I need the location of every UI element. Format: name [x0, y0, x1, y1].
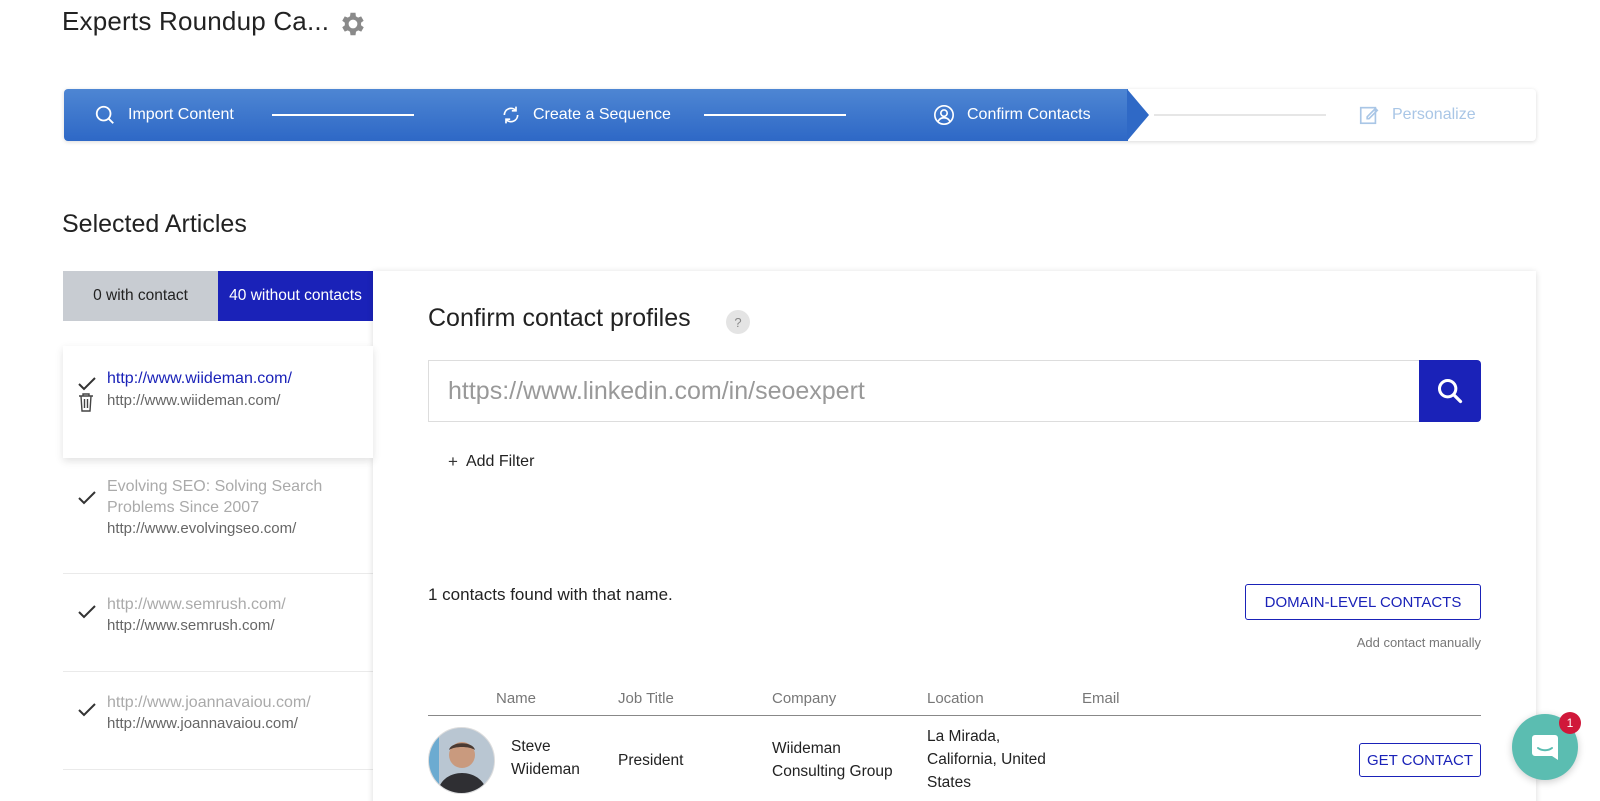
- search-icon: [1437, 378, 1463, 404]
- linkedin-search-input[interactable]: [428, 360, 1424, 422]
- article-title: http://www.joannavaiou.com/: [107, 694, 311, 711]
- search-button[interactable]: [1419, 360, 1481, 422]
- help-icon[interactable]: ?: [726, 310, 750, 334]
- domain-level-contacts-button[interactable]: DOMAIN-LEVEL CONTACTS: [1245, 584, 1481, 620]
- article-url: http://www.semrush.com/: [107, 617, 275, 634]
- table-row: Steve Wiideman President Wiideman Consul…: [428, 721, 1481, 801]
- page-title: Experts Roundup Ca...: [62, 6, 330, 36]
- column-location: Location: [927, 690, 984, 707]
- notification-badge: 1: [1559, 712, 1581, 734]
- article-list: http://www.wiideman.com/ http://www.wiid…: [63, 346, 373, 770]
- list-item[interactable]: http://www.wiideman.com/ http://www.wiid…: [63, 346, 373, 458]
- article-title: Evolving SEO: Solving Search Problems Si…: [107, 478, 323, 516]
- edit-icon: [1359, 106, 1379, 125]
- avatar: [428, 727, 495, 794]
- progress-stepper: Import Content Create a Sequence Confirm…: [64, 89, 1536, 141]
- panel-title: Confirm contact profiles: [428, 304, 691, 332]
- user-circle-icon: [934, 105, 954, 125]
- list-item[interactable]: Evolving SEO: Solving Search Problems Si…: [63, 458, 373, 574]
- check-icon: [78, 703, 96, 717]
- get-contact-button[interactable]: GET CONTACT: [1359, 743, 1481, 777]
- article-url: http://www.joannavaiou.com/: [107, 715, 298, 732]
- step-confirm-contacts[interactable]: Confirm Contacts: [933, 89, 1091, 141]
- contact-job-title: President: [618, 752, 684, 769]
- refresh-icon: [503, 106, 519, 124]
- results-count: 1 contacts found with that name.: [428, 585, 673, 604]
- step-label: Personalize: [1392, 106, 1476, 123]
- check-icon: [78, 491, 96, 505]
- tab-without-contacts[interactable]: 40 without contacts: [218, 271, 373, 321]
- add-filter-label: Add Filter: [465, 453, 535, 470]
- contact-name: Steve Wiideman: [511, 738, 580, 778]
- stepper-arrow: [1127, 89, 1149, 141]
- article-url: http://www.wiideman.com/: [107, 392, 281, 409]
- step-connector: [704, 114, 846, 116]
- step-create-sequence[interactable]: Create a Sequence: [501, 89, 671, 141]
- confirm-contacts-panel: Confirm contact profiles ? + Add Filter …: [373, 271, 1536, 801]
- article-url: http://www.evolvingseo.com/: [107, 520, 297, 537]
- list-item[interactable]: http://www.semrush.com/ http://www.semru…: [63, 574, 373, 672]
- tab-with-contact[interactable]: 0 with contact: [63, 271, 218, 321]
- step-label: Import Content: [128, 106, 234, 123]
- column-name: Name: [496, 690, 537, 707]
- chat-icon: [1532, 735, 1558, 760]
- trash-icon[interactable]: [77, 392, 95, 412]
- column-email: Email: [1082, 690, 1120, 707]
- plus-icon: +: [448, 452, 458, 471]
- check-icon: [78, 377, 96, 391]
- step-connector: [1154, 114, 1326, 116]
- contact-company: Wiideman Consulting Group: [772, 740, 893, 780]
- step-personalize[interactable]: Personalize: [1358, 89, 1476, 141]
- add-filter-button[interactable]: + Add Filter: [448, 452, 534, 472]
- step-label: Create a Sequence: [533, 106, 671, 123]
- add-contact-manually-link[interactable]: Add contact manually: [1357, 635, 1481, 650]
- step-connector: [272, 114, 414, 116]
- check-icon: [78, 605, 96, 619]
- step-label: Confirm Contacts: [967, 106, 1091, 123]
- column-job-title: Job Title: [618, 690, 674, 707]
- list-item[interactable]: http://www.joannavaiou.com/ http://www.j…: [63, 672, 373, 770]
- section-title: Selected Articles: [62, 210, 247, 238]
- article-title[interactable]: http://www.wiideman.com/: [107, 368, 363, 389]
- contact-filter-tabs: 0 with contact 40 without contacts: [63, 271, 373, 321]
- article-title: http://www.semrush.com/: [107, 596, 286, 613]
- search-icon: [95, 105, 114, 124]
- step-import-content[interactable]: Import Content: [94, 89, 234, 141]
- gear-icon[interactable]: [338, 9, 368, 39]
- column-company: Company: [772, 690, 837, 707]
- contacts-table-header: Name Job Title Company Location Email: [428, 682, 1481, 716]
- contact-location: La Mirada, California, United States: [927, 728, 1046, 791]
